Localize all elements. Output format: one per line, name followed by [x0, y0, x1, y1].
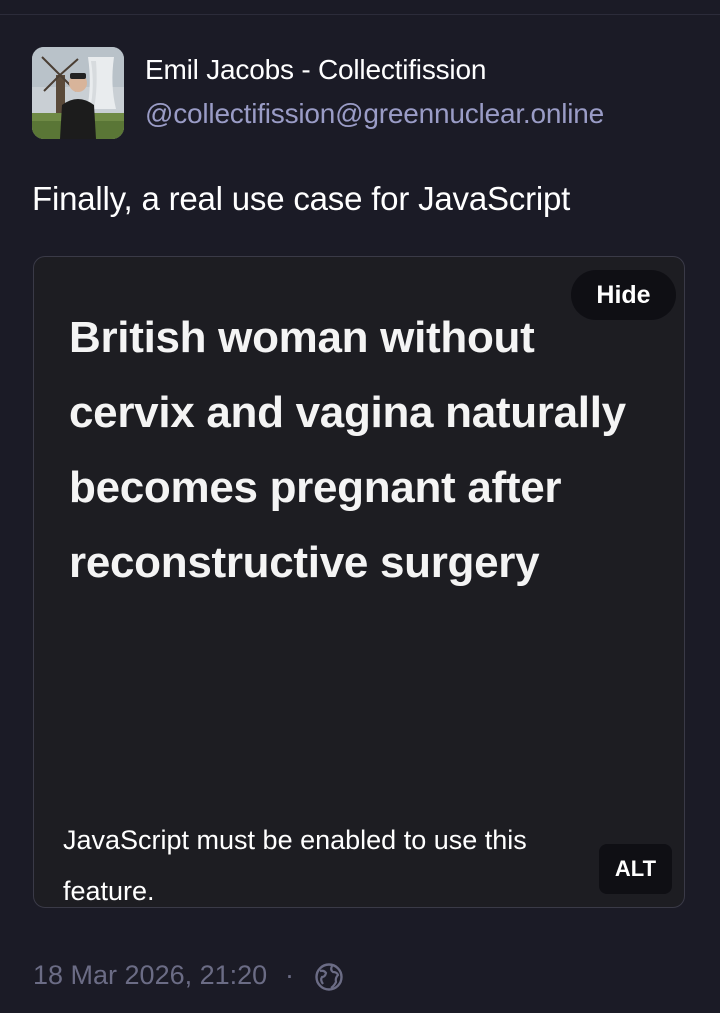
hide-media-button[interactable]: Hide: [571, 270, 676, 320]
post-timestamp[interactable]: 18 Mar 2026, 21:20: [33, 960, 267, 991]
media-headline: British woman without cervix and vagina …: [69, 313, 626, 587]
alt-text-button[interactable]: ALT: [599, 844, 672, 894]
media-card[interactable]: British woman without cervix and vagina …: [33, 256, 685, 908]
author-display-name[interactable]: Emil Jacobs - Collectifission: [145, 54, 486, 86]
avatar[interactable]: [32, 47, 124, 139]
author-handle[interactable]: @collectifission@greennuclear.online: [145, 98, 604, 130]
avatar-image: [32, 47, 124, 139]
javascript-required-notice: JavaScript must be enabled to use this f…: [63, 825, 527, 906]
meta-separator: ·: [285, 960, 294, 990]
post-text: Finally, a real use case for JavaScript: [32, 180, 571, 217]
globe-icon: [315, 963, 343, 991]
top-divider: [0, 14, 720, 15]
